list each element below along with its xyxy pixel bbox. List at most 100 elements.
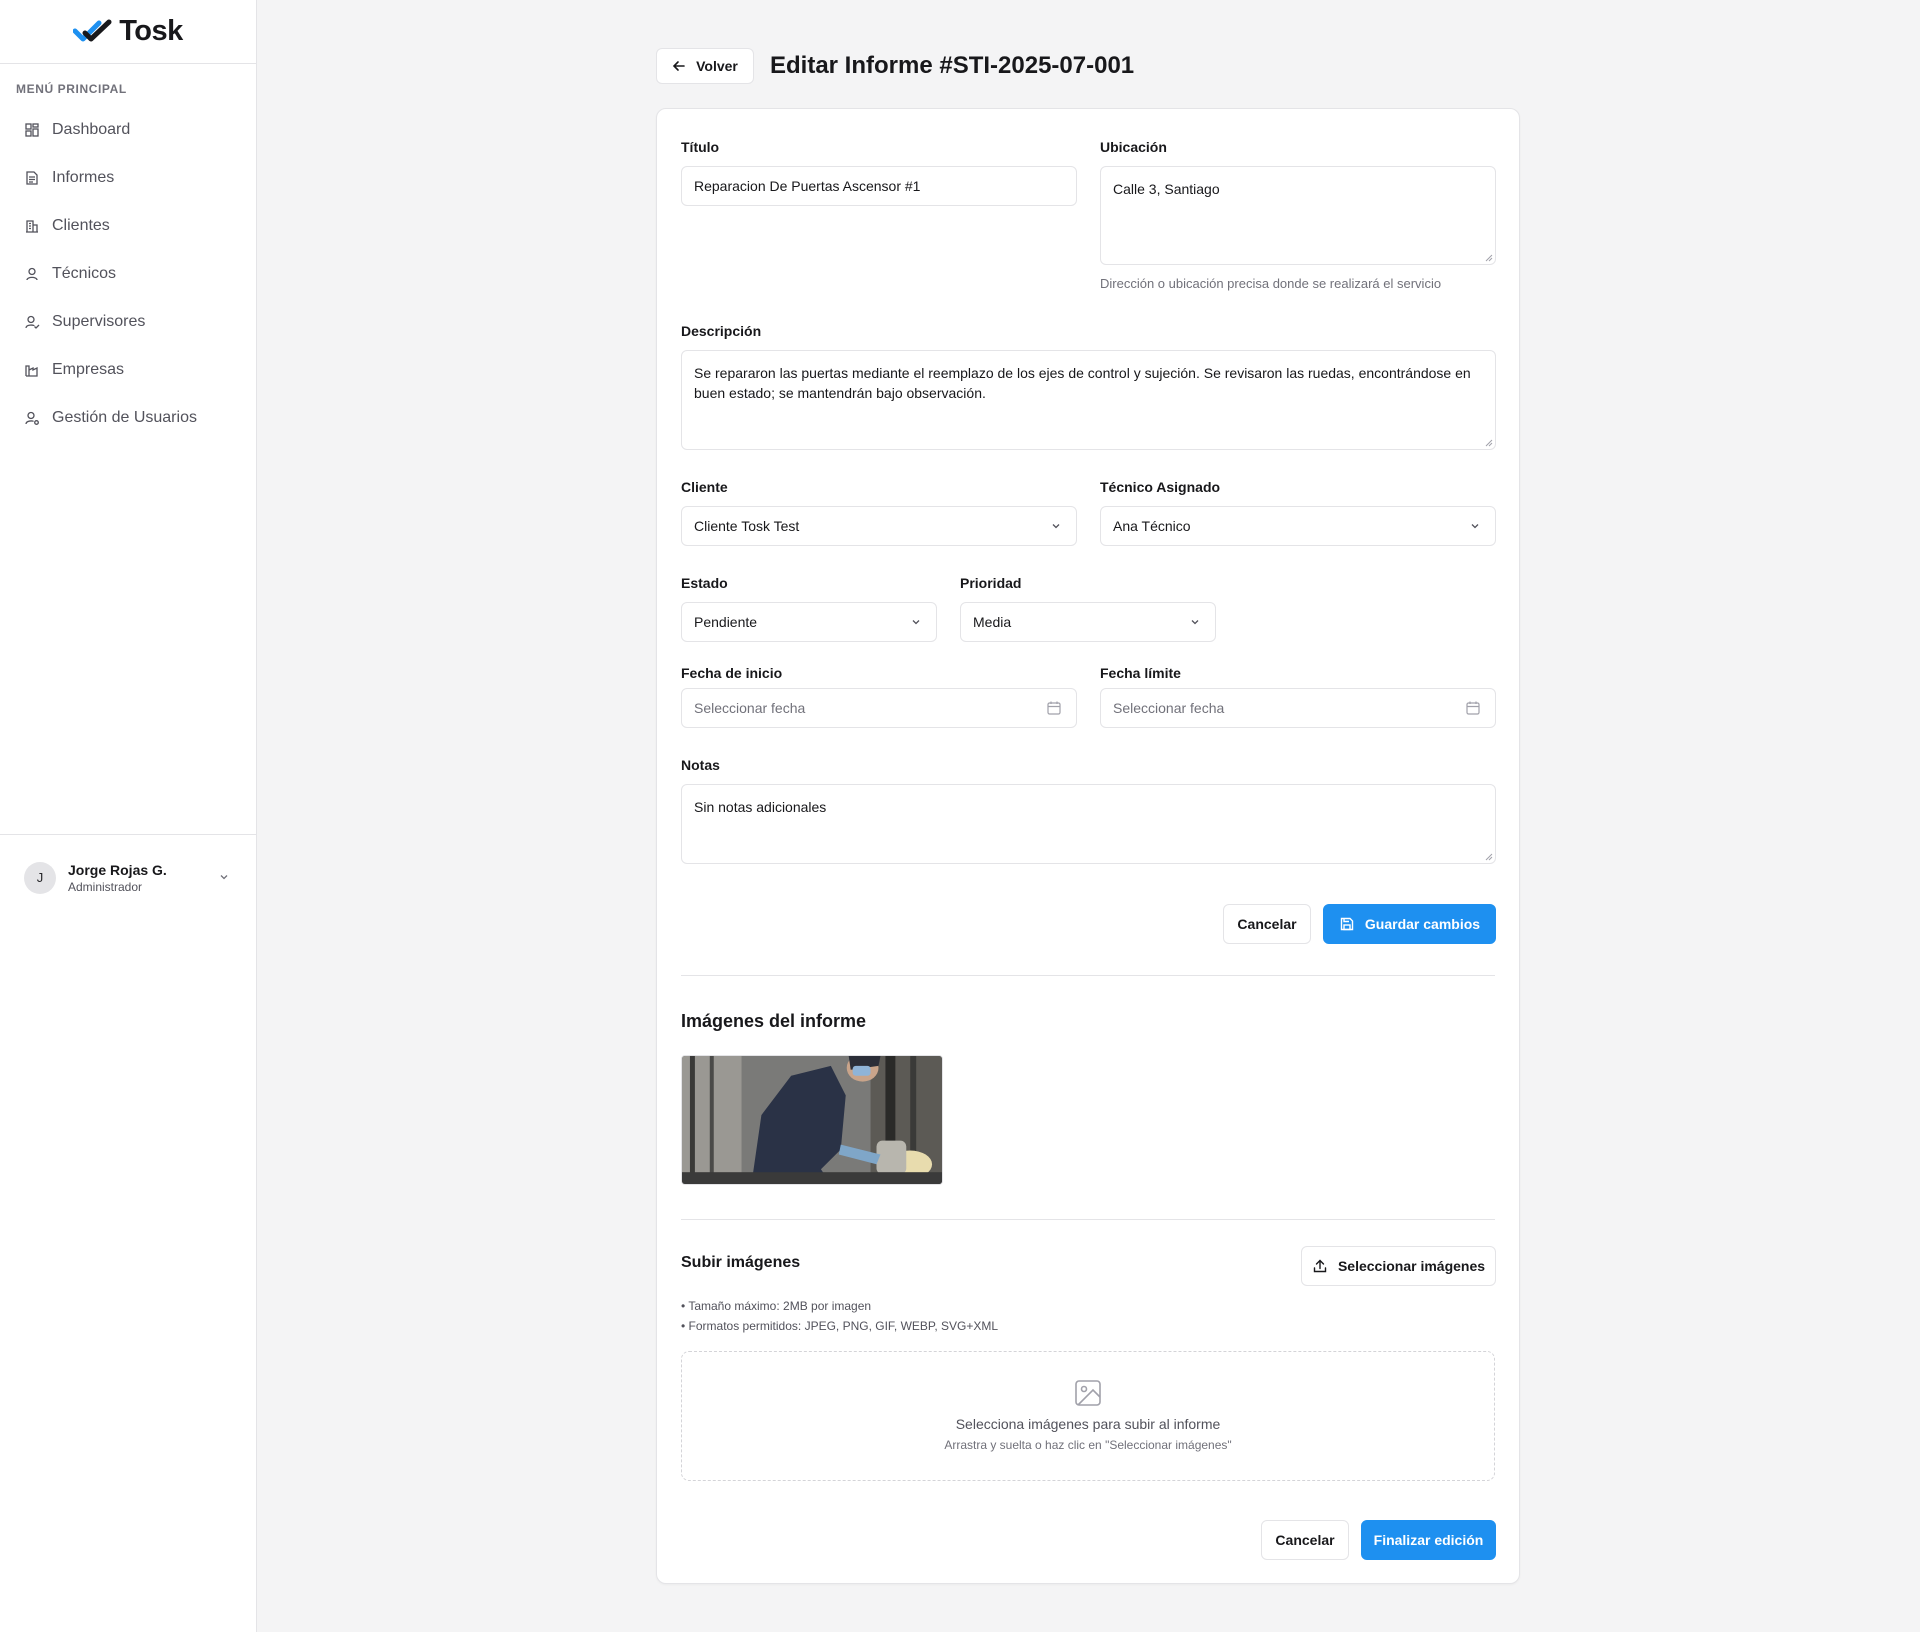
fecha-inicio-placeholder: Seleccionar fecha [694, 700, 806, 716]
page-title: Editar Informe #STI-2025-07-001 [770, 52, 1135, 79]
select-images-label: Seleccionar imágenes [1337, 1258, 1486, 1274]
ubicacion-value: Calle 3, Santiago [1113, 181, 1220, 197]
finish-edit-label: Finalizar edición [1373, 1532, 1484, 1548]
user-name: Jorge Rojas G. [68, 861, 167, 878]
sidebar-item-clientes[interactable]: Clientes [0, 202, 256, 250]
descripcion-value: Se repararon las puertas mediante el ree… [694, 365, 1471, 401]
notas-label: Notas [681, 757, 720, 773]
estado-value: Pendiente [694, 614, 758, 630]
image-icon [1075, 1380, 1101, 1406]
upload-section-title: Subir imágenes [681, 1254, 801, 1271]
descripcion-label: Descripción [681, 323, 762, 339]
sidebar-item-label: Empresas [52, 361, 125, 378]
titulo-value: Reparacion De Puertas Ascensor #1 [694, 178, 921, 194]
cancel-button-label: Cancelar [1237, 916, 1297, 932]
ubicacion-label: Ubicación [1100, 139, 1167, 155]
sidebar-item-supervisores[interactable]: Supervisores [0, 298, 256, 346]
section-divider [681, 1219, 1495, 1220]
fecha-limite-placeholder: Seleccionar fecha [1113, 700, 1225, 716]
user-menu[interactable]: J Jorge Rojas G. Administrador [0, 834, 256, 920]
prioridad-label: Prioridad [960, 575, 1022, 591]
titulo-input[interactable]: Reparacion De Puertas Ascensor #1 [681, 166, 1077, 206]
back-button[interactable]: Volver [656, 48, 754, 84]
tecnico-select[interactable]: Ana Técnico [1100, 506, 1496, 546]
upload-icon [1313, 1259, 1327, 1273]
ubicacion-hint: Dirección o ubicación precisa donde se r… [1100, 276, 1442, 291]
brand-name: Tosk [119, 15, 183, 47]
upload-size-note: • Tamaño máximo: 2MB por imagen [681, 1299, 872, 1313]
estado-select[interactable]: Pendiente [681, 602, 937, 642]
save-icon [1340, 917, 1354, 931]
sidebar-item-informes[interactable]: Informes [0, 154, 256, 202]
upload-formats-note: • Formatos permitidos: JPEG, PNG, GIF, W… [681, 1319, 999, 1333]
sidebar-item-gestion-usuarios[interactable]: Gestión de Usuarios [0, 394, 256, 442]
chevron-down-icon [1052, 524, 1060, 529]
ubicacion-textarea[interactable]: Calle 3, Santiago [1100, 166, 1496, 265]
calendar-icon [1466, 701, 1480, 715]
chevron-down-icon [912, 620, 920, 625]
dropzone-main-text: Selecciona imágenes para subir al inform… [955, 1416, 1221, 1432]
tecnico-value: Ana Técnico [1113, 518, 1191, 534]
footer-cancel-button[interactable]: Cancelar [1261, 1520, 1349, 1560]
resize-handle-icon[interactable] [1483, 252, 1493, 262]
images-section-title: Imágenes del informe [681, 1011, 867, 1031]
section-divider [681, 975, 1495, 976]
tosk-logo-icon [73, 19, 112, 41]
cliente-value: Cliente Tosk Test [694, 518, 800, 534]
chevron-down-icon [1191, 620, 1199, 625]
sidebar-item-label: Gestión de Usuarios [52, 409, 197, 426]
fecha-inicio-picker[interactable]: Seleccionar fecha [681, 688, 1077, 728]
cliente-label: Cliente [681, 479, 728, 495]
user-info: Jorge Rojas G. Administrador [68, 862, 167, 894]
resize-handle-icon[interactable] [1483, 437, 1493, 447]
tecnico-label: Técnico Asignado [1100, 479, 1221, 495]
cliente-select[interactable]: Cliente Tosk Test [681, 506, 1077, 546]
finish-edit-button[interactable]: Finalizar edición [1361, 1520, 1496, 1560]
fecha-limite-picker[interactable]: Seleccionar fecha [1100, 688, 1496, 728]
chevron-down-icon [1471, 524, 1479, 529]
descripcion-textarea[interactable]: Se repararon las puertas mediante el ree… [681, 350, 1496, 450]
fecha-inicio-label: Fecha de inicio [681, 665, 783, 681]
report-image-photo [682, 1056, 942, 1184]
sidebar-item-label: Supervisores [52, 313, 146, 330]
document-icon [26, 171, 38, 185]
main-nav: Dashboard Informes Clientes Técnicos Sup… [0, 106, 256, 442]
sidebar: Tosk MENÚ PRINCIPAL Dashboard Informes C… [0, 0, 257, 1632]
back-button-label: Volver [696, 58, 738, 74]
titulo-label: Título [681, 139, 720, 155]
fecha-limite-label: Fecha límite [1100, 665, 1181, 681]
chevron-down-icon [220, 875, 228, 880]
save-changes-button[interactable]: Guardar cambios [1323, 904, 1496, 944]
sidebar-item-dashboard[interactable]: Dashboard [0, 106, 256, 154]
dashboard-icon [25, 123, 39, 137]
factory-icon [25, 365, 38, 377]
sidebar-item-label: Dashboard [52, 121, 131, 138]
notas-textarea[interactable]: Sin notas adicionales [681, 784, 1496, 864]
user-icon [26, 267, 38, 281]
sidebar-item-label: Informes [52, 169, 115, 186]
user-check-icon [25, 315, 40, 329]
save-button-label: Guardar cambios [1364, 916, 1481, 932]
sidebar-item-label: Clientes [52, 217, 110, 234]
calendar-icon [1047, 701, 1061, 715]
sidebar-item-tecnicos[interactable]: Técnicos [0, 250, 256, 298]
sidebar-item-label: Técnicos [52, 265, 117, 282]
prioridad-value: Media [973, 614, 1012, 630]
notas-value: Sin notas adicionales [694, 799, 827, 815]
sidebar-item-empresas[interactable]: Empresas [0, 346, 256, 394]
user-role: Administrador [68, 879, 143, 894]
estado-label: Estado [681, 575, 728, 591]
avatar: J [24, 861, 56, 894]
arrow-left-icon [672, 61, 685, 71]
resize-handle-icon[interactable] [1483, 851, 1493, 861]
cancel-button[interactable]: Cancelar [1223, 904, 1311, 944]
edit-report-card: Título Reparacion De Puertas Ascensor #1… [656, 108, 1520, 1584]
prioridad-select[interactable]: Media [960, 602, 1216, 642]
select-images-button[interactable]: Seleccionar imágenes [1301, 1246, 1496, 1286]
report-image-thumbnail[interactable] [681, 1055, 943, 1185]
user-cog-icon [25, 411, 39, 425]
building-icon [26, 220, 38, 233]
image-dropzone[interactable]: Selecciona imágenes para subir al inform… [681, 1351, 1495, 1481]
brand[interactable]: Tosk [0, 0, 256, 64]
dropzone-sub-text: Arrastra y suelta o haz clic en "Selecci… [944, 1438, 1232, 1452]
